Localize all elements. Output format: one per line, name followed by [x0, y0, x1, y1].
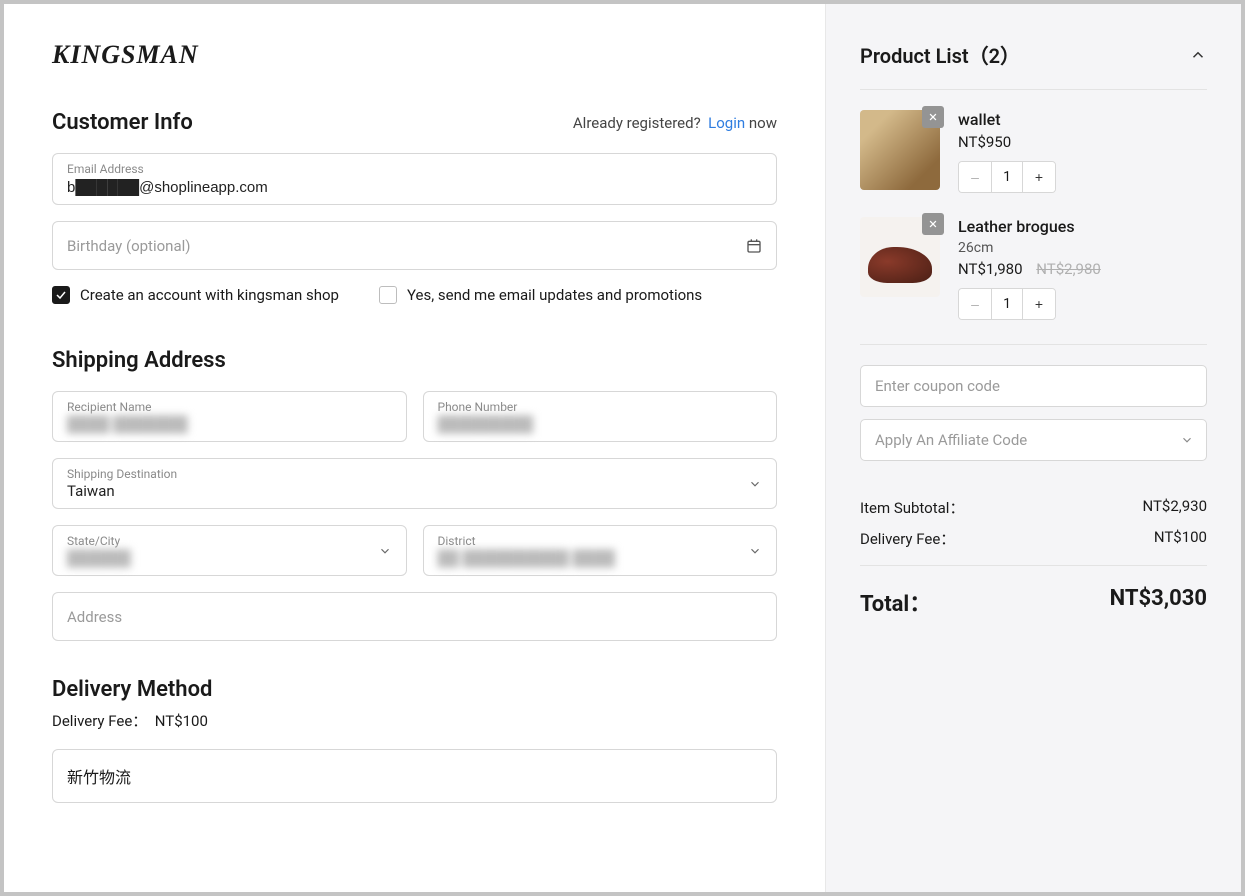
checkbox-icon: [52, 286, 70, 304]
coupon-placeholder: Enter coupon code: [875, 377, 1000, 395]
product-name: Leather brogues: [958, 217, 1207, 236]
chevron-down-icon: [378, 544, 392, 558]
brand-logo: KINGSMAN: [52, 40, 777, 70]
product-price: NT$950: [958, 133, 1011, 151]
phone-value: █████████: [438, 415, 763, 433]
delivery-fee-value: NT$100: [155, 712, 208, 730]
product-list-title: Product List（2）: [860, 40, 1020, 69]
recipient-value: ████ ███████: [67, 415, 392, 433]
coupon-code-input[interactable]: Enter coupon code: [860, 365, 1207, 407]
checkbox-icon: [379, 286, 397, 304]
delivery-option[interactable]: 新竹物流: [52, 749, 777, 803]
calendar-icon: [746, 238, 762, 254]
delivery-fee-label: Delivery Fee：: [52, 712, 147, 730]
birthday-placeholder: Birthday (optional): [67, 237, 190, 255]
qty-value: 1: [991, 162, 1023, 192]
remove-item-button[interactable]: [922, 106, 944, 128]
recipient-label: Recipient Name: [67, 400, 392, 414]
state-select[interactable]: State/City ██████: [52, 525, 407, 576]
birthday-field[interactable]: Birthday (optional): [52, 221, 777, 270]
address-placeholder: Address: [67, 608, 122, 626]
chevron-down-icon: [1180, 433, 1194, 447]
create-account-label: Create an account with kingsman shop: [80, 286, 339, 304]
login-link[interactable]: Login: [708, 114, 745, 132]
cart-item: Leather brogues 26cm NT$1,980 NT$2,980 –…: [860, 217, 1207, 320]
cart-sidebar: Product List（2） wallet NT$950 –: [825, 4, 1241, 892]
email-label: Email Address: [67, 162, 762, 176]
destination-value: Taiwan: [67, 482, 762, 500]
total-value: NT$3,030: [1110, 586, 1207, 618]
email-updates-checkbox[interactable]: Yes, send me email updates and promotion…: [379, 286, 702, 304]
district-value: ██ ██████████ ████: [438, 549, 763, 567]
login-now-text: now: [749, 114, 777, 132]
product-thumbnail: [860, 110, 940, 190]
qty-increase-button[interactable]: +: [1023, 162, 1055, 192]
destination-select[interactable]: Shipping Destination Taiwan: [52, 458, 777, 509]
district-label: District: [438, 534, 763, 548]
delivery-fee-value: NT$100: [1154, 528, 1207, 549]
qty-decrease-button[interactable]: –: [959, 162, 991, 192]
product-old-price: NT$2,980: [1036, 260, 1101, 278]
subtotal-value: NT$2,930: [1142, 497, 1207, 518]
customer-info-heading: Customer Info: [52, 110, 193, 135]
already-registered-text: Already registered?: [573, 114, 701, 132]
recipient-name-field[interactable]: Recipient Name ████ ███████: [52, 391, 407, 442]
email-updates-label: Yes, send me email updates and promotion…: [407, 286, 702, 304]
product-variant: 26cm: [958, 240, 1207, 256]
state-value: ██████: [67, 549, 392, 567]
product-list-prefix: Product List（: [860, 44, 989, 68]
product-price: NT$1,980: [958, 260, 1023, 278]
qty-increase-button[interactable]: +: [1023, 289, 1055, 319]
login-prompt: Already registered? Login now: [573, 114, 777, 132]
product-list-suffix: ）: [1000, 44, 1020, 68]
qty-decrease-button[interactable]: –: [959, 289, 991, 319]
total-label: Total：: [860, 586, 931, 618]
destination-label: Shipping Destination: [67, 467, 762, 481]
delivery-option-label: 新竹物流: [67, 768, 131, 787]
email-field[interactable]: Email Address: [52, 153, 777, 205]
affiliate-placeholder: Apply An Affiliate Code: [875, 431, 1027, 449]
chevron-down-icon: [748, 544, 762, 558]
customer-info-section: Customer Info Already registered? Login …: [52, 110, 777, 304]
product-count: 2: [989, 44, 1000, 68]
create-account-checkbox[interactable]: Create an account with kingsman shop: [52, 286, 339, 304]
email-input[interactable]: [67, 179, 762, 196]
district-select[interactable]: District ██ ██████████ ████: [423, 525, 778, 576]
subtotal-label: Item Subtotal：: [860, 497, 964, 518]
delivery-fee-label: Delivery Fee：: [860, 528, 955, 549]
cart-item: wallet NT$950 – 1 +: [860, 110, 1207, 193]
product-thumbnail: [860, 217, 940, 297]
chevron-down-icon: [748, 477, 762, 491]
shipping-address-section: Shipping Address Recipient Name ████ ███…: [52, 348, 777, 641]
chevron-up-icon[interactable]: [1189, 46, 1207, 64]
phone-field[interactable]: Phone Number █████████: [423, 391, 778, 442]
delivery-method-section: Delivery Method Delivery Fee： NT$100 新竹物…: [52, 677, 777, 803]
phone-label: Phone Number: [438, 400, 763, 414]
state-label: State/City: [67, 534, 392, 548]
delivery-heading: Delivery Method: [52, 677, 777, 702]
affiliate-code-select[interactable]: Apply An Affiliate Code: [860, 419, 1207, 461]
remove-item-button[interactable]: [922, 213, 944, 235]
address-field[interactable]: Address: [52, 592, 777, 641]
quantity-stepper[interactable]: – 1 +: [958, 161, 1056, 193]
quantity-stepper[interactable]: – 1 +: [958, 288, 1056, 320]
qty-value: 1: [991, 289, 1023, 319]
shipping-heading: Shipping Address: [52, 348, 777, 373]
product-name: wallet: [958, 110, 1207, 129]
